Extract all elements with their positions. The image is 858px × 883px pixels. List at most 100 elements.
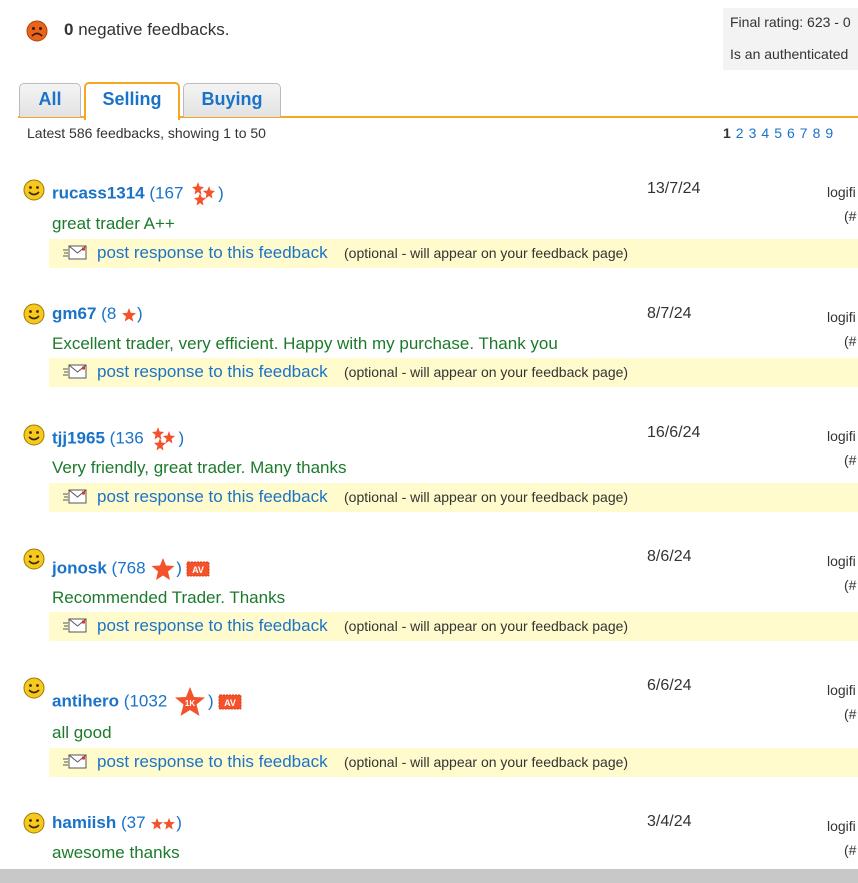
feedback-date: 16/6/24 — [647, 424, 701, 441]
negative-text: negative feedbacks. — [78, 20, 230, 39]
feedback-user: rucass1314 (167 ) — [52, 180, 224, 208]
feedback-comment: Very friendly, great trader. Many thanks — [52, 458, 347, 477]
feedback-item-link[interactable]: logifi — [827, 309, 856, 325]
multi-star-badge-icon — [192, 182, 216, 206]
feedback-summary: Latest 586 feedbacks, showing 1 to 50 — [27, 125, 266, 141]
user-rating-link[interactable]: 37 — [127, 813, 146, 832]
feedback-user: tjj1965 (136 ) — [52, 425, 184, 453]
feedback-item-ref: (# — [844, 577, 857, 593]
feedback-item-link[interactable]: logifi — [827, 553, 856, 569]
tab-selling[interactable]: Selling — [84, 82, 180, 120]
user-rating-link[interactable]: 167 — [155, 183, 183, 202]
feedback-date: 6/6/24 — [647, 677, 692, 694]
response-note: (optional - will appear on your feedback… — [344, 618, 629, 634]
response-bar: post response to this feedback (optional… — [49, 748, 858, 777]
envelope-icon — [63, 618, 87, 633]
feedback-user: jonosk (768 ) AV — [52, 557, 210, 581]
post-response-link[interactable]: post response to this feedback — [97, 243, 328, 263]
post-response-link[interactable]: post response to this feedback — [97, 487, 328, 507]
response-note: (optional - will appear on your feedback… — [344, 489, 629, 505]
feedback-comment: awesome thanks — [52, 843, 180, 862]
feedback-item-ref: (# — [844, 208, 857, 224]
feedback-item-link[interactable]: logifi — [827, 682, 856, 698]
feedback-comment: all good — [52, 723, 112, 742]
feedback-user: gm67 (8 ) — [52, 304, 143, 323]
authenticated-badge-icon: AV — [186, 561, 210, 577]
username-link[interactable]: gm67 — [52, 304, 96, 323]
feedback-item-ref: (# — [844, 842, 857, 858]
page-9[interactable]: 9 — [825, 125, 833, 141]
post-response-link[interactable]: post response to this feedback — [97, 362, 328, 382]
feedback-comment: Recommended Trader. Thanks — [52, 588, 286, 607]
user-rating-link[interactable]: 136 — [115, 428, 143, 447]
av-label: AV — [224, 698, 236, 708]
feedback-date: 8/7/24 — [647, 305, 692, 322]
sad-face-icon — [26, 20, 48, 42]
positive-face-icon — [23, 179, 45, 201]
username-link[interactable]: antihero — [52, 691, 119, 710]
feedback-item-link[interactable]: logifi — [827, 428, 856, 444]
page-7[interactable]: 7 — [800, 125, 808, 141]
negative-feedback-summary: 0 negative feedbacks. — [64, 20, 229, 40]
response-bar: post response to this feedback (optional… — [49, 358, 858, 387]
tab-buying[interactable]: Buying — [183, 83, 281, 117]
feedback-user: hamiish (37 ) — [52, 813, 182, 832]
page-5[interactable]: 5 — [774, 125, 782, 141]
feedback-item-ref: (# — [844, 452, 857, 468]
feedback-item-link[interactable]: logifi — [827, 184, 856, 200]
1k-star-badge-icon: 1K — [175, 687, 206, 716]
1k-label: 1K — [185, 699, 195, 708]
response-bar: post response to this feedback (optional… — [49, 612, 858, 641]
username-link[interactable]: hamiish — [52, 813, 116, 832]
user-rating-link[interactable]: 1032 — [129, 691, 167, 710]
feedback-date: 3/4/24 — [647, 813, 692, 830]
big-star-badge-icon — [151, 558, 175, 580]
page-4[interactable]: 4 — [761, 125, 769, 141]
page-2[interactable]: 2 — [736, 125, 744, 141]
envelope-icon — [63, 754, 87, 769]
negative-count: 0 — [64, 20, 74, 39]
positive-face-icon — [23, 548, 45, 570]
response-note: (optional - will appear on your feedback… — [344, 245, 629, 261]
feedback-user: antihero (1032 1K) AV — [52, 686, 242, 718]
two-star-badge-icon — [151, 817, 176, 830]
authenticated-status: Is an authenticated — [730, 46, 849, 62]
user-rating-link[interactable]: 768 — [117, 558, 145, 577]
tab-all[interactable]: All — [19, 83, 81, 117]
star-badge-icon — [122, 307, 137, 322]
page-3[interactable]: 3 — [749, 125, 757, 141]
pagination: 123456789 — [723, 125, 838, 141]
page-8[interactable]: 8 — [813, 125, 821, 141]
av-label: AV — [192, 565, 204, 575]
positive-face-icon — [23, 677, 45, 699]
feedback-item-ref: (# — [844, 706, 857, 722]
page-6[interactable]: 6 — [787, 125, 795, 141]
user-rating-link[interactable]: 8 — [107, 304, 116, 323]
positive-face-icon — [23, 303, 45, 325]
username-link[interactable]: rucass1314 — [52, 183, 145, 202]
feedback-item-ref: (# — [844, 333, 857, 349]
horizontal-scrollbar[interactable] — [0, 869, 858, 883]
response-bar: post response to this feedback (optional… — [49, 239, 858, 268]
username-link[interactable]: jonosk — [52, 558, 107, 577]
post-response-link[interactable]: post response to this feedback — [97, 616, 328, 636]
feedback-comment: great trader A++ — [52, 214, 175, 233]
envelope-icon — [63, 364, 87, 379]
positive-face-icon — [23, 812, 45, 834]
feedback-date: 13/7/24 — [647, 180, 701, 197]
post-response-link[interactable]: post response to this feedback — [97, 752, 328, 772]
authenticated-badge-icon: AV — [218, 694, 242, 710]
page-1[interactable]: 1 — [723, 125, 731, 141]
response-note: (optional - will appear on your feedback… — [344, 754, 629, 770]
feedback-item-link[interactable]: logifi — [827, 818, 856, 834]
response-note: (optional - will appear on your feedback… — [344, 364, 629, 380]
feedback-date: 8/6/24 — [647, 548, 692, 565]
rating-box: Final rating: 623 - 0 Is an authenticate… — [723, 8, 858, 70]
envelope-icon — [63, 245, 87, 260]
response-bar: post response to this feedback (optional… — [49, 483, 858, 512]
final-rating: Final rating: 623 - 0 — [730, 14, 851, 30]
multi-star-badge-icon — [152, 427, 176, 451]
positive-face-icon — [23, 424, 45, 446]
username-link[interactable]: tjj1965 — [52, 428, 105, 447]
feedback-comment: Excellent trader, very efficient. Happy … — [52, 334, 558, 353]
